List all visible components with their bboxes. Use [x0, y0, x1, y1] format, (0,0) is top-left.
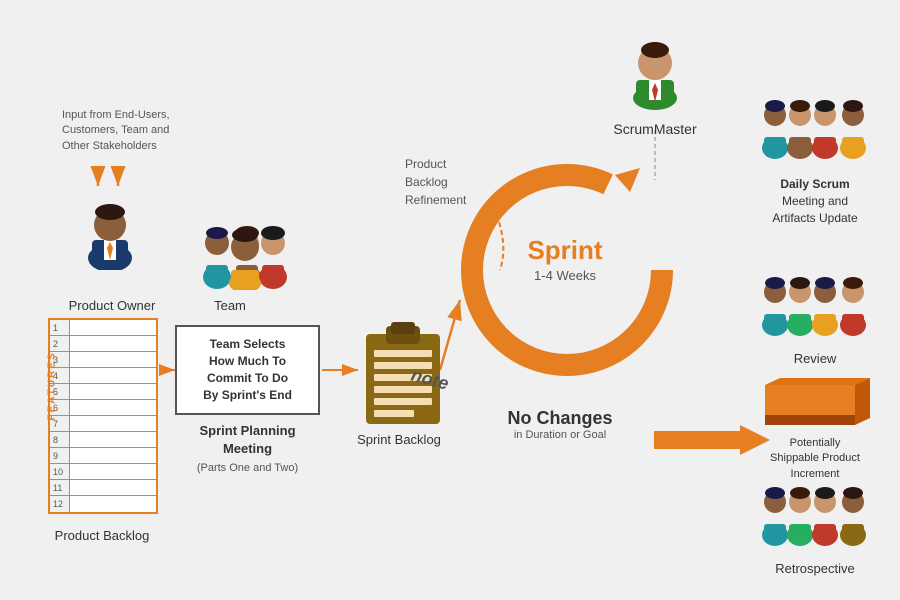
product-backlog-title: Product Backlog — [42, 528, 162, 543]
backlog-row: 6 — [50, 400, 156, 416]
product-backlog-list: 123456789101112 — [48, 318, 158, 514]
scrum-diagram: { "title": "Scrum Process Diagram", "inp… — [0, 0, 900, 600]
team-icon — [195, 215, 295, 295]
shippable-section: PotentiallyShippable ProductIncrement — [750, 370, 880, 482]
backlog-row: 9 — [50, 448, 156, 464]
product-owner-label: Product Owner — [62, 298, 162, 313]
backlog-row: 10 — [50, 464, 156, 480]
input-label: Input from End-Users,Customers, Team and… — [62, 108, 172, 154]
product-owner-icon — [78, 190, 142, 270]
pbr-label: ProductBacklogRefinement — [405, 155, 505, 209]
review-section: Review — [750, 270, 880, 366]
sprint-planning-box-text: Team SelectsHow Much ToCommit To DoBy Sp… — [203, 336, 292, 403]
backlog-row: 5 — [50, 384, 156, 400]
no-changes-label: No Changes in Duration or Goal — [490, 408, 630, 441]
sprint-planning-title: Sprint PlanningMeeting (Parts One and Tw… — [175, 422, 320, 477]
backlog-row: 2 — [50, 336, 156, 352]
features-label: FEATURES — [47, 351, 58, 420]
backlog-row: 3 — [50, 352, 156, 368]
backlog-row: 8 — [50, 432, 156, 448]
sprint-label: Sprint 1-4 Weeks — [495, 235, 635, 283]
backlog-row: 11 — [50, 480, 156, 496]
daily-scrum-section: Daily Scrum Meeting andArtifacts Update — [750, 90, 880, 226]
scrum-master-section: ScrumMaster — [595, 30, 715, 137]
backlog-row: 7 — [50, 416, 156, 432]
backlog-row: 1 — [50, 320, 156, 336]
sprint-backlog-title: Sprint Backlog — [349, 432, 449, 447]
team-label: Team — [185, 298, 275, 313]
backlog-row: 4 — [50, 368, 156, 384]
retrospective-section: Retrospective — [750, 480, 880, 576]
sprint-backlog-icon: note — [358, 320, 448, 435]
review-label: Review — [750, 351, 880, 366]
sprint-planning-box: Team SelectsHow Much ToCommit To DoBy Sp… — [175, 325, 320, 415]
backlog-row: 12 — [50, 496, 156, 512]
daily-scrum-label: Daily Scrum Meeting andArtifacts Update — [750, 176, 880, 226]
retrospective-label: Retrospective — [750, 561, 880, 576]
shippable-label: PotentiallyShippable ProductIncrement — [750, 436, 880, 482]
